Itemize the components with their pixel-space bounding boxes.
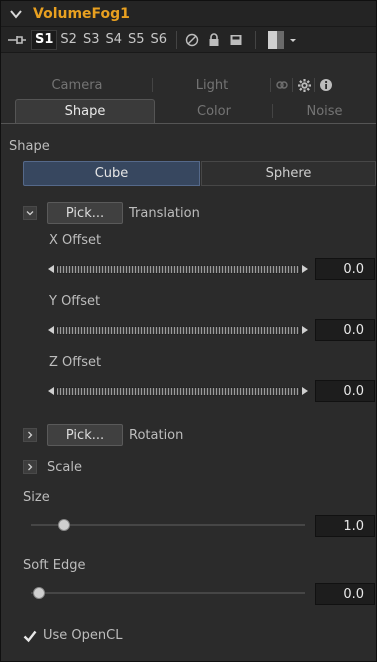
scale-label: Scale: [47, 459, 82, 475]
rotation-pick-button[interactable]: Pick...: [47, 424, 123, 446]
soft-edge-slider[interactable]: [31, 586, 305, 600]
version-button-s4[interactable]: S4: [102, 30, 125, 50]
x-offset-thumbwheel[interactable]: [46, 262, 310, 276]
translation-label: Translation: [129, 205, 200, 221]
tabs-row-1: Camera Light: [1, 73, 376, 97]
tab-camera[interactable]: Camera: [1, 73, 153, 97]
tab-light[interactable]: Light: [153, 73, 271, 97]
thumbwheel-track[interactable]: [56, 264, 300, 274]
rotation-section: Pick... Rotation: [23, 424, 183, 446]
slider-track[interactable]: [31, 524, 305, 526]
right-arrow-icon[interactable]: [300, 262, 310, 276]
checkmark-icon[interactable]: [23, 629, 37, 643]
circle-slash-icon[interactable]: [183, 31, 201, 49]
x-offset-label: X Offset: [49, 233, 102, 248]
left-arrow-icon[interactable]: [46, 262, 56, 276]
chevron-right-icon[interactable]: [23, 428, 37, 442]
version-button-s1[interactable]: S1: [31, 29, 58, 50]
translation-section: Pick... Translation: [23, 202, 200, 224]
thumbwheel-track[interactable]: [56, 386, 300, 396]
node-header[interactable]: VolumeFog1: [1, 1, 376, 27]
y-offset-value[interactable]: 0.0: [315, 319, 375, 341]
shape-sphere-button[interactable]: Sphere: [201, 161, 376, 186]
divider: [176, 30, 178, 49]
use-opencl-checkbox[interactable]: Use OpenCL: [23, 628, 122, 643]
slider-track[interactable]: [31, 592, 305, 594]
gear-icon[interactable]: [293, 73, 315, 97]
chevron-down-icon[interactable]: [9, 7, 23, 21]
rotation-label: Rotation: [129, 427, 184, 443]
tab-noise[interactable]: Noise: [273, 99, 376, 123]
tab-color[interactable]: Color: [155, 99, 273, 123]
soft-edge-value[interactable]: 0.0: [315, 583, 375, 605]
y-offset-thumbwheel[interactable]: [46, 323, 310, 337]
node-title: VolumeFog1: [33, 5, 130, 22]
version-bar: S1 S2 S3 S4 S5 S6: [1, 27, 376, 53]
size-value[interactable]: 1.0: [315, 515, 375, 537]
right-arrow-icon[interactable]: [300, 323, 310, 337]
divider: [255, 30, 257, 49]
tab-shape[interactable]: Shape: [15, 99, 155, 123]
shape-label: Shape: [9, 139, 50, 154]
size-slider[interactable]: [31, 518, 305, 532]
lock-icon[interactable]: [205, 31, 223, 49]
size-label: Size: [23, 490, 50, 505]
version-button-s5[interactable]: S5: [125, 30, 148, 50]
version-button-s3[interactable]: S3: [80, 30, 103, 50]
thumbwheel-track[interactable]: [56, 325, 300, 335]
left-arrow-icon[interactable]: [46, 323, 56, 337]
translation-pick-button[interactable]: Pick...: [47, 202, 123, 224]
z-offset-thumbwheel[interactable]: [46, 384, 310, 398]
pin-icon[interactable]: [7, 33, 27, 47]
slider-handle[interactable]: [33, 587, 46, 599]
save-icon[interactable]: [227, 31, 245, 49]
tabs-row-2: Shape Color Noise: [1, 99, 376, 123]
color-swatch[interactable]: [268, 30, 285, 49]
z-offset-label: Z Offset: [49, 355, 102, 370]
use-opencl-label: Use OpenCL: [43, 628, 123, 643]
z-offset-value[interactable]: 0.0: [315, 380, 375, 402]
inspector-panel: VolumeFog1 S1 S2 S3 S4 S5 S6 Camera Ligh…: [0, 0, 377, 662]
chevron-down-icon[interactable]: [23, 206, 37, 220]
dropdown-arrow-icon[interactable]: [288, 35, 298, 45]
right-arrow-icon[interactable]: [300, 384, 310, 398]
version-button-s6[interactable]: S6: [148, 30, 171, 50]
scale-section: Scale: [23, 456, 82, 478]
slider-handle[interactable]: [57, 519, 70, 531]
tab-underline: [1, 123, 376, 124]
link-icon[interactable]: [271, 73, 293, 97]
shape-cube-button[interactable]: Cube: [23, 161, 200, 186]
chevron-right-icon[interactable]: [23, 460, 37, 474]
left-arrow-icon[interactable]: [46, 384, 56, 398]
y-offset-label: Y Offset: [49, 294, 101, 309]
x-offset-value[interactable]: 0.0: [315, 258, 375, 280]
info-icon[interactable]: [315, 73, 337, 97]
version-button-s2[interactable]: S2: [57, 30, 80, 50]
soft-edge-label: Soft Edge: [23, 558, 86, 573]
